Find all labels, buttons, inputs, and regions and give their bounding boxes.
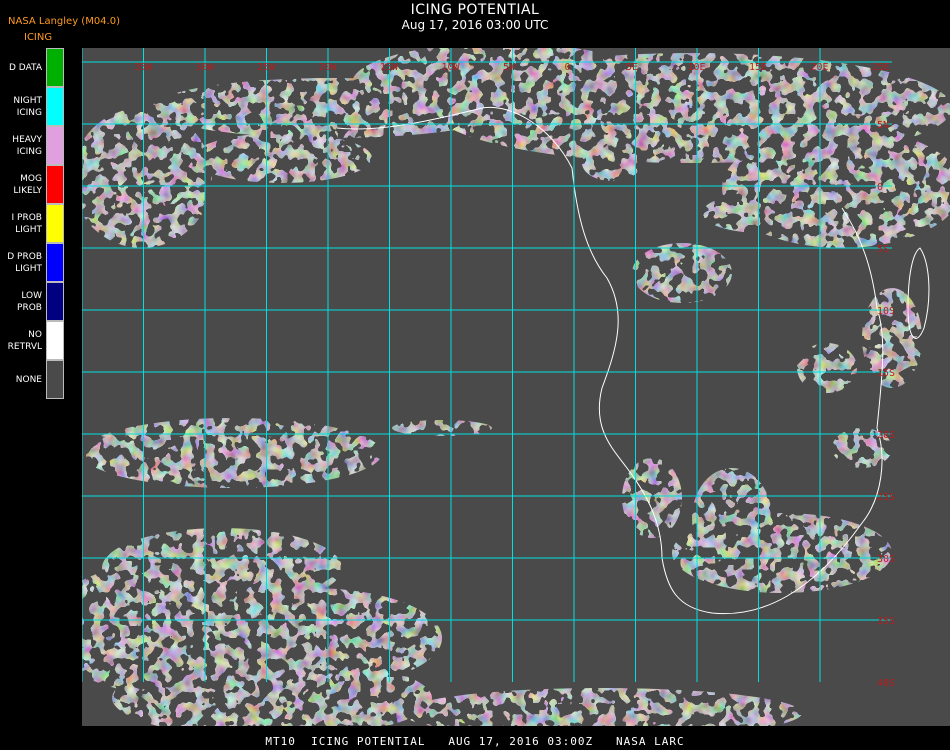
longitude-label: 5W [503,62,516,73]
legend-entry: NIGHT ICING [0,87,66,126]
latitude-label: 0 [877,182,883,193]
legend-entry: D PROB LIGHT [0,243,66,282]
legend-swatch [46,126,64,165]
legend-swatch [46,48,64,87]
legend-swatch [46,87,64,126]
latitude-label: 5N [877,120,889,131]
longitude-label: 20W [319,62,338,73]
legend-label: D PROB LIGHT [7,251,42,274]
legend-label: NO RETRVL [7,329,42,352]
legend-entry: D DATA [0,48,66,87]
latitude-label: 30S [877,554,895,565]
longitude-label: 5E [626,62,638,73]
latitude-label: 35S [877,616,895,627]
legend-entry: LOW PROB [0,282,66,321]
legend-label: LOW PROB [17,290,42,313]
latitude-label: 25S [877,492,895,503]
footer-caption: MT10 ICING POTENTIAL AUG 17, 2016 03:00Z… [265,735,685,748]
legend-entry: MOG LIKELY [0,165,66,204]
longitude-label: 35W [134,62,153,73]
longitude-label: 30W [196,62,215,73]
legend-label: NIGHT ICING [13,95,42,118]
legend-swatch [46,282,64,321]
legend-label: I PROB LIGHT [11,212,42,235]
legend-swatch [46,165,64,204]
legend-label: MOG LIKELY [13,173,42,196]
latitude-label: 20S [877,430,895,441]
longitude-label: 15W [380,62,399,73]
legend-entry: NONE [0,360,66,399]
longitude-label: 10W [442,62,461,73]
legend-swatch [46,204,64,243]
icing-map[interactable]: 35W 30W 25W 20W 15W 10W 5W 0 5E 10E 15E 20E 25E 5N 0 5S… [82,48,950,726]
product-label: ICING [24,32,53,43]
longitude-label: 15E [749,62,767,73]
map-timestamp: Aug 17, 2016 03:00 UTC [401,18,549,32]
legend-label: NONE [15,374,42,385]
legend-entry: HEAVY ICING [0,126,66,165]
longitude-label: 25W [257,62,276,73]
legend-label: HEAVY ICING [12,134,42,157]
latitude-label: 40S [877,678,895,689]
latitude-label: 15S [877,368,895,379]
color-legend: D DATA NIGHT ICING HEAVY ICING MOG LIKELY I … [0,48,66,399]
producer-label: NASA Langley (M04.0) [8,16,120,27]
legend-label: D DATA [9,62,42,73]
longitude-label: 25E [872,62,890,73]
latitude-label: 5S [877,244,889,255]
legend-swatch [46,243,64,282]
longitude-label: 20E [811,62,829,73]
longitude-label: 0 [565,62,571,73]
legend-entry: NO RETRVL [0,321,66,360]
legend-entry: I PROB LIGHT [0,204,66,243]
map-title: ICING POTENTIAL [410,2,540,18]
latitude-label: 10S [877,306,895,317]
longitude-label: 10E [688,62,706,73]
legend-swatch [46,360,64,399]
legend-swatch [46,321,64,360]
